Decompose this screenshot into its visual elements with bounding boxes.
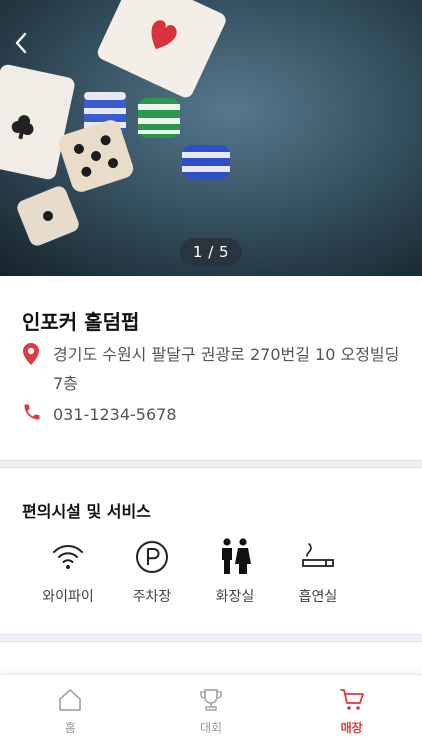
- location-pin-icon: [23, 343, 39, 365]
- store-phone[interactable]: 031-1234-5678: [53, 405, 177, 424]
- nav-item-home[interactable]: 홈: [0, 675, 141, 750]
- parking-icon: [136, 541, 168, 573]
- store-address: 경기도 수원시 팔달구 권광로 270번길 10 오정빌딩 7층: [53, 345, 400, 393]
- restroom-icon: [222, 538, 251, 574]
- facility-restroom: 화장실: [195, 538, 275, 606]
- phone-row[interactable]: 031-1234-5678: [22, 402, 177, 426]
- nav-item-tournament[interactable]: 대회: [141, 675, 282, 750]
- facility-parking: 주차장: [112, 538, 192, 606]
- bottom-navigation: 홈 대회 매장: [0, 674, 422, 750]
- smoking-icon: [302, 543, 334, 567]
- facility-label: 주차장: [132, 589, 172, 605]
- cart-icon: [339, 689, 364, 710]
- home-icon: [59, 689, 82, 711]
- image-pager: 1 / 5: [180, 238, 242, 266]
- nav-label: 홈: [64, 721, 76, 735]
- nav-label: 매장: [340, 721, 363, 735]
- facilities-title: 편의시설 및 서비스: [22, 502, 151, 521]
- facility-label: 와이파이: [42, 589, 94, 605]
- chevron-left-icon: [15, 32, 27, 54]
- store-info-section: 인포커 홀덤펍 경기도 수원시 팔달구 권광로 270번길 10 오정빌딩 7층…: [0, 276, 422, 460]
- section-divider: [0, 634, 422, 642]
- section-divider: [0, 460, 422, 468]
- hero-image-carousel[interactable]: 1 / 5: [0, 0, 422, 276]
- facilities-section: 편의시설 및 서비스 와이파이 주차장 화장실 흡연실: [0, 468, 422, 634]
- nav-label: 대회: [199, 721, 223, 735]
- facility-label: 흡연실: [298, 589, 338, 605]
- nav-item-store[interactable]: 매장: [281, 675, 422, 750]
- phone-icon: [24, 404, 40, 420]
- trophy-icon: [200, 689, 222, 711]
- store-name: 인포커 홀덤펍: [22, 310, 140, 334]
- facility-wifi: 와이파이: [28, 538, 108, 606]
- address-row: 경기도 수원시 팔달구 권광로 270번길 10 오정빌딩 7층: [22, 340, 412, 398]
- poker-photo: [0, 0, 422, 276]
- facility-label: 화장실: [215, 589, 255, 605]
- back-button[interactable]: [14, 32, 42, 60]
- facility-smoking: 흡연실: [278, 538, 358, 606]
- wifi-icon: [53, 545, 83, 569]
